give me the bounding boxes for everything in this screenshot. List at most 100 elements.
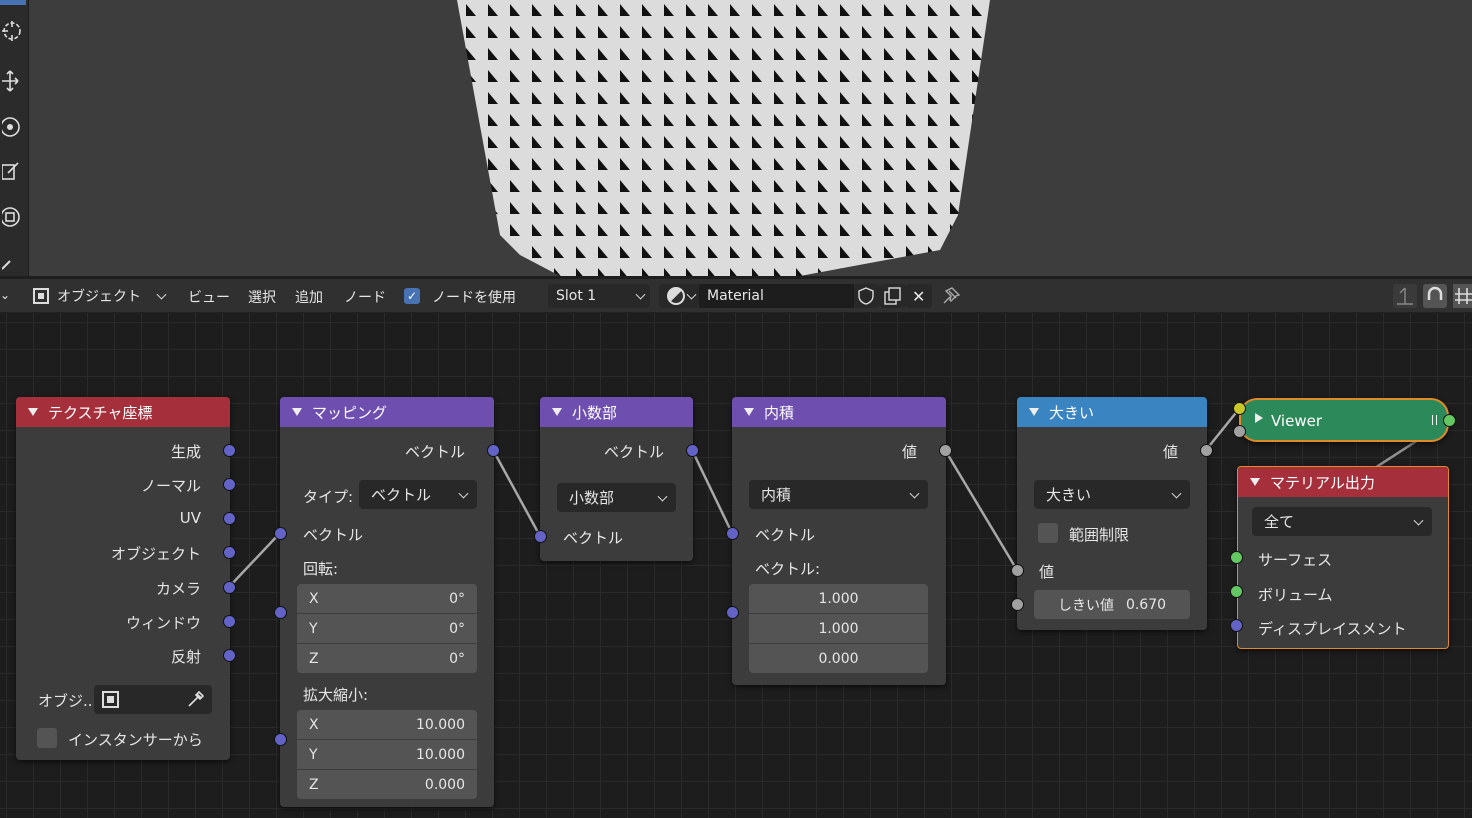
mapping-type-dropdown[interactable]: ベクトル <box>359 480 477 509</box>
material-name: Material <box>707 288 764 304</box>
menu-node[interactable]: ノード <box>344 287 386 307</box>
socket-surface-in[interactable] <box>1230 551 1243 564</box>
node-header[interactable]: 大きい <box>1017 397 1207 427</box>
mode-dropdown[interactable]: オブジェクト <box>25 284 171 308</box>
move-tool-icon[interactable] <box>0 62 28 100</box>
field-value: 0° <box>449 590 465 607</box>
rotation-z-field[interactable]: Z 0° <box>297 644 477 673</box>
node-header[interactable]: マテリアル出力 <box>1238 467 1448 497</box>
use-nodes-checkbox[interactable]: ✓ <box>404 288 420 304</box>
node-header[interactable]: マッピング <box>280 397 494 427</box>
node-title: マテリアル出力 <box>1270 473 1375 492</box>
socket-greater-threshold-in[interactable] <box>1011 598 1024 611</box>
node-title: マッピング <box>312 403 388 422</box>
menu-view[interactable]: ビュー <box>188 287 230 307</box>
op-value: 大きい <box>1046 486 1092 504</box>
scale-z-field[interactable]: Z 0.000 <box>297 770 477 799</box>
use-nodes-label: ノードを使用 <box>432 290 516 306</box>
menu-add[interactable]: 追加 <box>295 287 323 307</box>
vector-y-field[interactable]: 1.000 <box>749 614 928 643</box>
fraction-op-dropdown[interactable]: 小数部 <box>557 483 676 512</box>
socket-window[interactable] <box>223 615 236 628</box>
socket-volume-in[interactable] <box>1230 585 1243 598</box>
editor-type-chevron-icon[interactable]: ⌄ <box>0 288 10 302</box>
socket-viewer-out[interactable] <box>1443 414 1456 427</box>
threshold-label: しきい値 <box>1057 597 1114 614</box>
socket-viewer-in-2[interactable] <box>1233 425 1246 438</box>
fake-user-shield-icon[interactable] <box>854 284 880 308</box>
rotation-x-field[interactable]: X 0° <box>297 584 477 613</box>
menu-select[interactable]: 選択 <box>248 287 276 307</box>
node-viewer[interactable]: Viewer <box>1239 398 1449 442</box>
greater-op-dropdown[interactable]: 大きい <box>1034 480 1190 509</box>
socket-greater-value-in[interactable] <box>1011 564 1024 577</box>
socket-reflection[interactable] <box>223 649 236 662</box>
clamp-checkbox[interactable] <box>1038 523 1058 543</box>
axis-label: Y <box>309 620 318 637</box>
vector-x-field[interactable]: 1.000 <box>749 584 928 613</box>
output-target-dropdown[interactable]: 全て <box>1252 507 1432 536</box>
field-value: 0° <box>449 620 465 637</box>
object-mode-icon <box>33 288 49 304</box>
vector-z-field[interactable]: 0.000 <box>749 644 928 673</box>
socket-displacement-in[interactable] <box>1230 619 1243 632</box>
socket-camera[interactable] <box>223 581 236 594</box>
socket-mapping-vector-in[interactable] <box>274 527 287 540</box>
scale-tool-icon[interactable] <box>0 152 28 190</box>
op-value: 小数部 <box>569 489 615 507</box>
node-material-output[interactable]: マテリアル出力 全て サーフェス ボリューム ディスプレイスメント <box>1237 466 1449 649</box>
snap-magnet-icon[interactable] <box>1423 284 1447 308</box>
dot-op-dropdown[interactable]: 内積 <box>749 480 928 509</box>
node-header[interactable]: テクスチャ座標 <box>16 397 230 427</box>
socket-mapping-scale-in[interactable] <box>274 733 287 746</box>
from-instancer-checkbox[interactable] <box>37 728 57 748</box>
mapping-type-value: ベクトル <box>371 486 432 504</box>
socket-greater-out[interactable] <box>1200 444 1213 457</box>
socket-dot-in-2[interactable] <box>726 606 739 619</box>
node-fraction[interactable]: 小数部 ベクトル 小数部 ベクトル <box>540 397 693 561</box>
socket-dot-in-1[interactable] <box>726 527 739 540</box>
output-uv-label: UV <box>179 509 201 527</box>
cursor-tool-icon[interactable] <box>0 12 28 50</box>
socket-viewer-in-1[interactable] <box>1233 402 1246 415</box>
material-name-field[interactable]: Material <box>699 284 854 308</box>
input-vector2-label: ベクトル: <box>755 560 821 578</box>
node-mapping[interactable]: マッピング ベクトル タイプ: ベクトル ベクトル 回転: X 0° Y 0° Z 0… <box>280 397 494 807</box>
annotate-tool-icon[interactable] <box>0 244 28 276</box>
collapse-arrow-icon[interactable] <box>1255 413 1263 423</box>
socket-object[interactable] <box>223 546 236 559</box>
snap-grid-icon[interactable] <box>1453 284 1472 308</box>
node-title: Viewer <box>1271 412 1322 430</box>
socket-fraction-in[interactable] <box>534 530 547 543</box>
material-browse-button[interactable] <box>659 284 699 308</box>
node-dot-product[interactable]: 内積 値 内積 ベクトル ベクトル: 1.000 1.000 0.000 <box>732 397 946 685</box>
duplicate-material-icon[interactable] <box>880 284 906 308</box>
socket-uv[interactable] <box>223 512 236 525</box>
output-normal-label: ノーマル <box>140 477 201 495</box>
socket-generated[interactable] <box>223 444 236 457</box>
mode-label: オブジェクト <box>57 289 141 305</box>
eyedropper-icon[interactable] <box>186 689 206 713</box>
type-label: タイプ: <box>303 488 354 506</box>
scale-x-field[interactable]: X 10.000 <box>297 710 477 739</box>
scale-y-field[interactable]: Y 10.000 <box>297 740 477 769</box>
socket-fraction-out[interactable] <box>686 444 699 457</box>
transform-tool-icon[interactable] <box>0 198 28 236</box>
slot-dropdown[interactable]: Slot 1 <box>548 284 650 308</box>
threshold-field[interactable]: しきい値 0.670 <box>1034 590 1190 619</box>
rotation-y-field[interactable]: Y 0° <box>297 614 477 643</box>
parent-node-tree-icon[interactable] <box>1393 284 1417 308</box>
socket-mapping-out[interactable] <box>487 444 500 457</box>
object-field[interactable] <box>94 685 212 714</box>
rotate-tool-icon[interactable] <box>0 108 28 146</box>
node-header[interactable]: 内積 <box>732 397 946 427</box>
socket-dot-out[interactable] <box>939 444 952 457</box>
socket-normal[interactable] <box>223 478 236 491</box>
node-greater-than[interactable]: 大きい 値 大きい 範囲制限 値 しきい値 0.670 <box>1017 397 1207 630</box>
node-header[interactable]: 小数部 <box>540 397 693 427</box>
socket-mapping-rotation-in[interactable] <box>274 606 287 619</box>
node-texture-coordinate[interactable]: テクスチャ座標 生成 ノーマル UV オブジェクト カメラ ウィンドウ 反射 オ… <box>16 397 230 760</box>
3d-viewport[interactable] <box>0 0 1472 276</box>
unlink-material-close-icon[interactable]: ✕ <box>906 284 932 308</box>
pin-icon[interactable] <box>940 285 962 311</box>
